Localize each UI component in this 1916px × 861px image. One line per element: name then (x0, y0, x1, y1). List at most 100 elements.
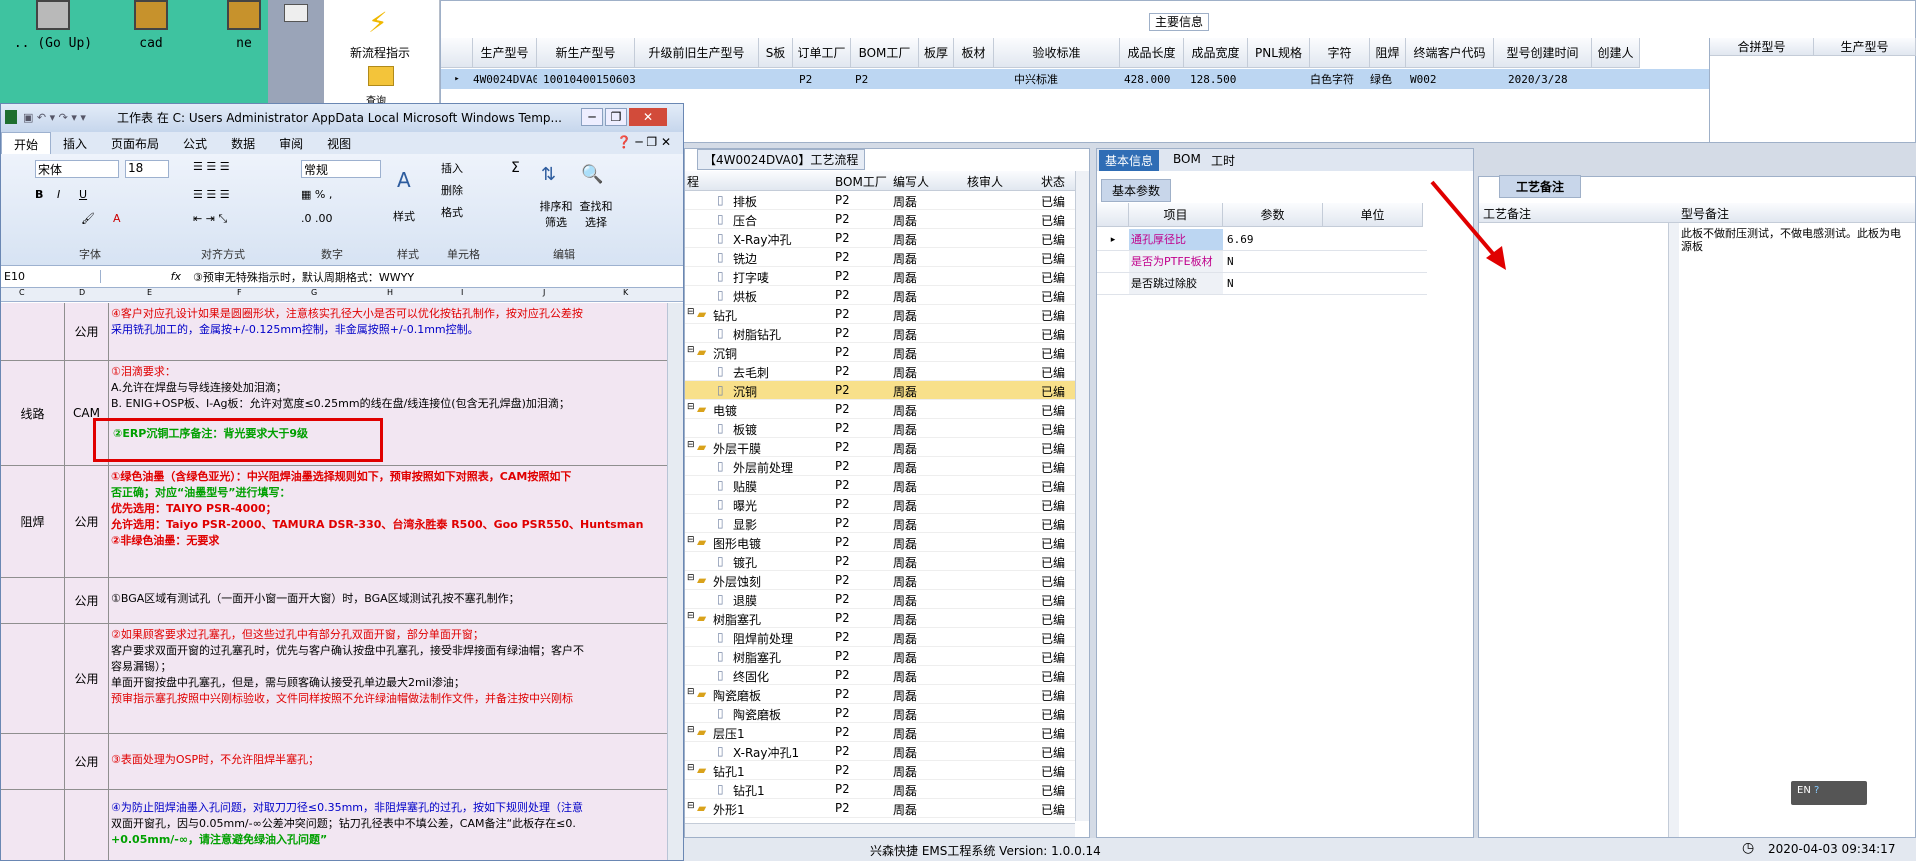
formula-input[interactable]: ③预审无特殊指示时，默认周期格式：WWYY (187, 269, 414, 285)
col-header[interactable]: 型号创建时间 (1494, 38, 1592, 68)
col-header[interactable]: 板厚 (919, 38, 954, 68)
collapse-icon[interactable]: ⊟ (687, 402, 695, 412)
cell[interactable]: P2 (851, 73, 919, 86)
delete-cells-button[interactable]: 删除 (441, 182, 463, 198)
sheet-row[interactable]: 阻焊 公用 ①绿色油墨（含绿色亚光）：中兴阻焊油墨选择规则如下，预审按照如下对照… (1, 466, 667, 578)
col-e[interactable]: E (147, 288, 152, 297)
tree-row[interactable]: ▯ 打字唛 P2 周磊 已编 (685, 267, 1075, 286)
sheet-cell[interactable]: ①BGA区域有测试孔（一面开小窗一面开大窗）时，BGA区域测试孔按不塞孔制作； (109, 578, 667, 623)
font-color-button[interactable]: A (113, 212, 121, 225)
collapse-icon[interactable]: ⊟ (687, 307, 695, 317)
cell[interactable]: 绿色 (1370, 71, 1406, 87)
col-h[interactable]: H (387, 288, 393, 297)
sheet-cell[interactable] (65, 790, 109, 860)
basic-row[interactable]: 是否为PTFE板材 N (1097, 251, 1427, 273)
sheet-row[interactable]: ④为防止阻焊油墨入孔问题，对取刀刀径≤0.35mm，非阻焊塞孔的过孔，按如下规则… (1, 790, 667, 860)
ime-lang[interactable]: EN (1797, 785, 1811, 796)
sheet-cell[interactable]: 线路 (1, 361, 65, 465)
param-value[interactable]: N (1223, 255, 1323, 268)
font-name-select[interactable]: 宋体 (35, 160, 119, 178)
tree-row[interactable]: ▰ ⊟ 外形1 P2 周磊 已编 (685, 799, 1075, 818)
col-header[interactable]: BOM工厂 (851, 38, 919, 68)
tree-row[interactable]: ▯ 去毛刺 P2 周磊 已编 (685, 362, 1075, 381)
col-header[interactable]: 板材 (954, 38, 994, 68)
tab-hours[interactable]: 工时 (1211, 152, 1235, 169)
sheet-cell[interactable] (1, 303, 65, 360)
tree-row[interactable]: ▯ 排板 P2 周磊 已编 (685, 191, 1075, 210)
tree-row[interactable]: ▯ X-Ray冲孔 P2 周磊 已编 (685, 229, 1075, 248)
sheet-cell[interactable]: 公用 (65, 466, 109, 577)
sheet-cell[interactable]: ①绿色油墨（含绿色亚光）：中兴阻焊油墨选择规则如下，预审按照如下对照表，CAM按… (109, 466, 667, 577)
col-header[interactable]: 升级前旧生产型号 (635, 38, 759, 68)
col-k[interactable]: K (623, 288, 628, 297)
col-j[interactable]: J (543, 288, 545, 297)
sheet-cell[interactable]: 公用 (65, 578, 109, 623)
autosum-icon[interactable]: Σ (511, 160, 520, 176)
help-icon[interactable]: ? (1814, 785, 1819, 796)
indent-icon[interactable]: ⇤ ⇥ ⤡ (193, 212, 227, 226)
basic-row[interactable]: ▸ 通孔厚径比 6.69 (1097, 229, 1427, 251)
minimize-icon[interactable]: ─ (581, 108, 603, 126)
sheet-cell[interactable] (1, 578, 65, 623)
restore-icon[interactable]: ❐ (605, 108, 627, 126)
tree-row[interactable]: ▯ X-Ray冲孔1 P2 周磊 已编 (685, 742, 1075, 761)
tree-row[interactable]: ▯ 沉铜 P2 周磊 已编 (685, 381, 1075, 400)
help-icon[interactable]: ❓ ─ ❐ ✕ (605, 132, 683, 154)
col-header[interactable]: 型号备注 (1681, 205, 1729, 222)
sheet-row[interactable]: 线路 CAM ①泪滴要求： A.允许在焊盘与导线连接处加泪滴； B. ENIG+OS… (1, 361, 667, 466)
tree-row[interactable]: ▯ 压合 P2 周磊 已编 (685, 210, 1075, 229)
desktop-icon-go-up[interactable]: .. (Go Up) (8, 0, 98, 51)
collapse-icon[interactable]: ⊟ (687, 535, 695, 545)
bold-button[interactable]: B (35, 188, 43, 201)
collapse-icon[interactable]: ⊟ (687, 725, 695, 735)
sheet-cell[interactable]: ④客户对应孔设计如果是圆圈形状，注意核实孔径大小是否可以优化按钻孔制作，按对应孔… (109, 303, 667, 360)
tree-row[interactable]: ▯ 镀孔 P2 周磊 已编 (685, 552, 1075, 571)
collapse-icon[interactable]: ⊟ (687, 801, 695, 811)
tab-basic-params[interactable]: 基本参数 (1101, 179, 1172, 202)
sheet-cell[interactable] (1, 734, 65, 789)
cell[interactable]: 白色字符 (1310, 71, 1370, 87)
col-header[interactable]: PNL规格 (1248, 38, 1310, 68)
col-header[interactable]: 状态 (1041, 173, 1065, 190)
tree-row[interactable]: ▯ 铣边 P2 周磊 已编 (685, 248, 1075, 267)
cell[interactable]: 10010400150603 (537, 73, 635, 86)
sheet-row[interactable]: 公用 ②如果顾客要求过孔塞孔，但这些过孔中有部分孔双面开窗，部分单面开窗； 客户要… (1, 624, 667, 734)
col-header[interactable]: 验收标准 (994, 38, 1120, 68)
tab-formulas[interactable]: 公式 (171, 132, 219, 154)
font-size-select[interactable]: 18 (125, 160, 169, 178)
cell[interactable]: 128.500 (1184, 73, 1248, 86)
param-value[interactable]: 6.69 (1223, 233, 1323, 246)
style-icon[interactable]: A (397, 168, 411, 192)
tree-hscrollbar[interactable] (685, 823, 1075, 837)
cell[interactable]: 中兴标准 (994, 71, 1120, 87)
collapse-icon[interactable]: ⊟ (687, 573, 695, 583)
tab-data[interactable]: 数据 (219, 132, 267, 154)
tree-row[interactable]: ▯ 退膜 P2 周磊 已编 (685, 590, 1075, 609)
sheet-cell[interactable]: 公用 (65, 303, 109, 360)
tree-row[interactable]: ▯ 树脂钻孔 P2 周磊 已编 (685, 324, 1075, 343)
tree-row[interactable]: ▰ ⊟ 树脂塞孔 P2 周磊 已编 (685, 609, 1075, 628)
tree-row[interactable]: ▰ ⊟ 外层蚀刻 P2 周磊 已编 (685, 571, 1075, 590)
col-d[interactable]: D (79, 288, 85, 297)
percent-icon[interactable]: ▦ % , (301, 188, 332, 201)
tab-home[interactable]: 开始 (1, 132, 52, 154)
sheet-row[interactable]: 公用 ①BGA区域有测试孔（一面开小窗一面开大窗）时，BGA区域测试孔按不塞孔制… (1, 578, 667, 624)
tree-row[interactable]: ▯ 显影 P2 周磊 已编 (685, 514, 1075, 533)
sort-filter-button[interactable]: 排序和筛选 (537, 198, 575, 230)
craft-note-text[interactable] (1479, 223, 1669, 837)
collapse-icon[interactable]: ⊟ (687, 687, 695, 697)
col-header[interactable]: 终端客户代码 (1406, 38, 1494, 68)
col-header[interactable]: 生产型号 (473, 38, 537, 68)
col-header[interactable]: 创建人 (1592, 38, 1640, 68)
close-icon[interactable]: ✕ (629, 108, 667, 126)
basic-row[interactable]: 是否跳过除胶 N (1097, 273, 1427, 295)
tree-row[interactable]: ▯ 阻焊前处理 P2 周磊 已编 (685, 628, 1075, 647)
sheet-cell[interactable] (1, 624, 65, 733)
col-header[interactable]: 合拼型号 (1710, 38, 1814, 56)
desktop-icon-cad[interactable]: cad (106, 0, 196, 51)
sort-icon[interactable]: ⇅ (541, 164, 556, 185)
cell[interactable]: P2 (793, 73, 851, 86)
collapse-icon[interactable]: ⊟ (687, 763, 695, 773)
col-header[interactable]: 程 (687, 173, 699, 190)
tree-row[interactable]: ▰ ⊟ 沉铜 P2 周磊 已编 (685, 343, 1075, 362)
